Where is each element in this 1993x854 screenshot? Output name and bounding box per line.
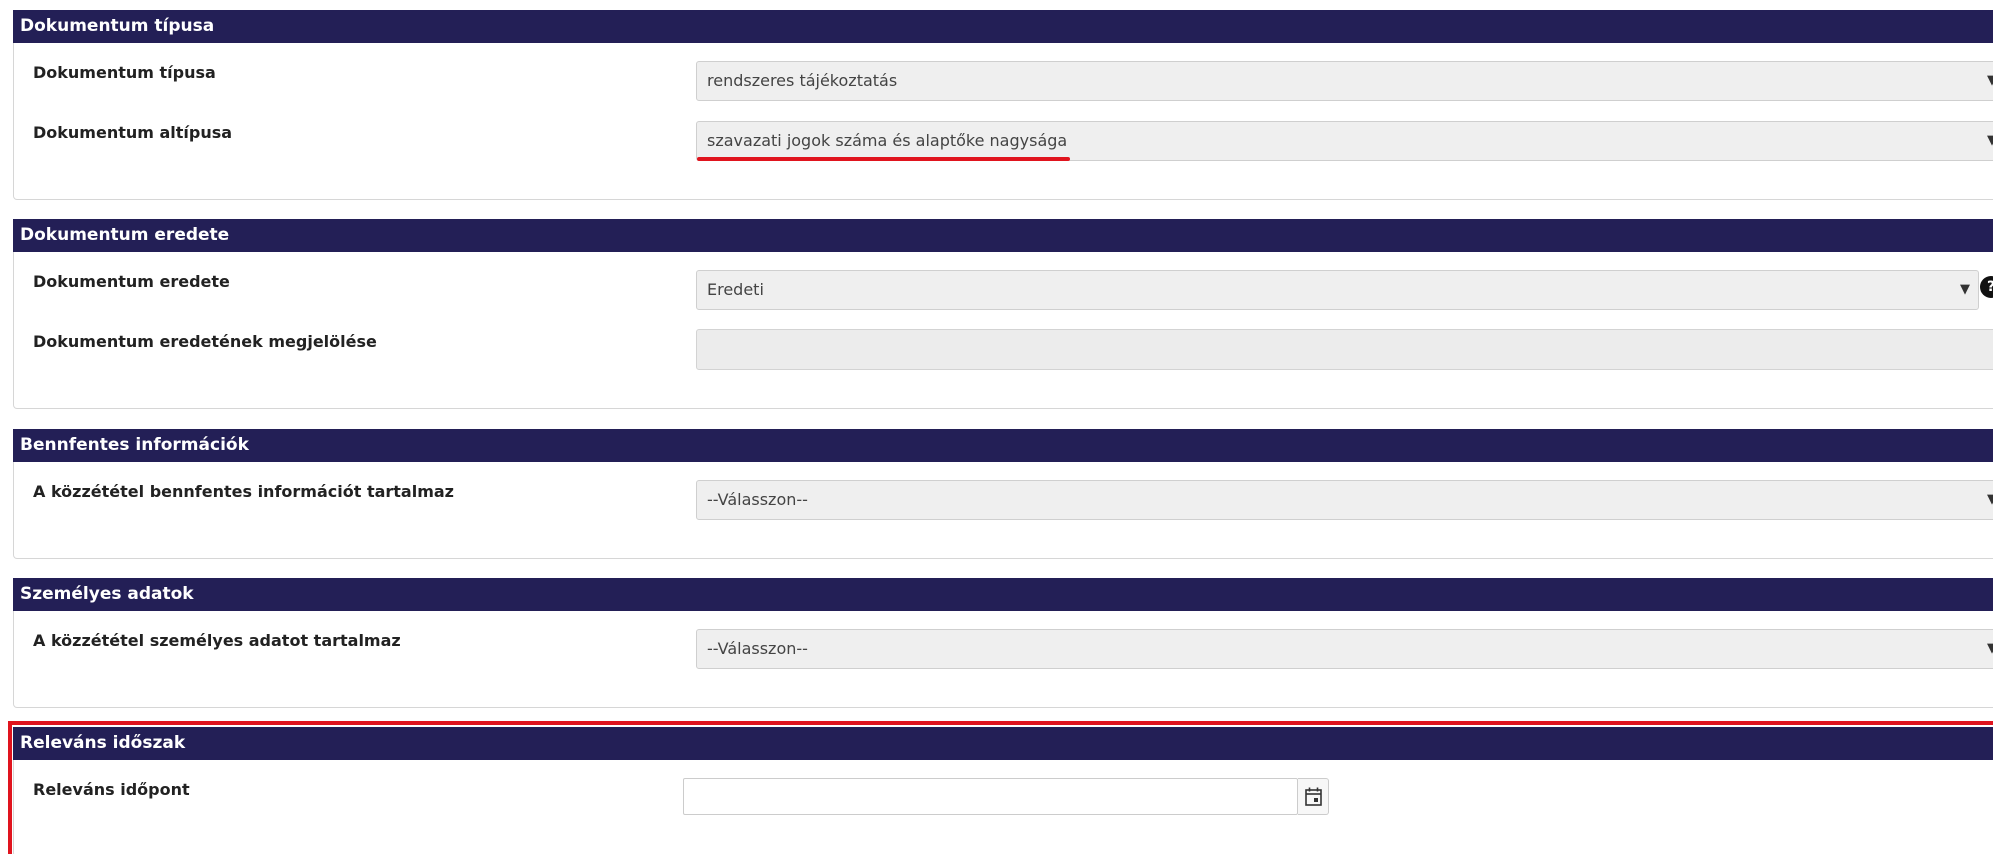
document-origin-designation-input[interactable] <box>696 329 1993 370</box>
section-personal-data: Személyes adatok A közzététel személyes … <box>13 578 1993 708</box>
personal-data-select[interactable]: --Válasszon-- ▼ <box>696 629 1993 669</box>
field-label: Dokumentum eredete <box>33 272 230 291</box>
section-header: Releváns időszak <box>13 727 1993 760</box>
document-subtype-select[interactable]: szavazati jogok száma és alaptőke nagysá… <box>696 121 1993 161</box>
field-label: Releváns időpont <box>33 780 190 799</box>
section-header: Személyes adatok <box>13 578 1993 611</box>
section-document-type: Dokumentum típusa Dokumentum típusa rend… <box>13 10 1993 200</box>
annotation-underline <box>697 157 1070 161</box>
calendar-icon <box>1305 787 1322 806</box>
relevant-date-input[interactable] <box>683 778 1298 815</box>
select-value: szavazati jogok száma és alaptőke nagysá… <box>707 131 1068 150</box>
document-type-select[interactable]: rendszeres tájékoztatás ▼ <box>696 61 1993 101</box>
caret-down-icon: ▼ <box>1987 73 1993 88</box>
select-value: --Válasszon-- <box>707 639 808 658</box>
section-document-origin: Dokumentum eredete Dokumentum eredete Er… <box>13 219 1993 409</box>
section-insider-information: Bennfentes információk A közzététel benn… <box>13 429 1993 559</box>
select-value: rendszeres tájékoztatás <box>707 71 898 90</box>
caret-down-icon: ▼ <box>1987 133 1993 148</box>
field-label: Dokumentum típusa <box>33 63 216 82</box>
form-page: Dokumentum típusa Dokumentum típusa rend… <box>0 0 1993 854</box>
section-header: Dokumentum eredete <box>13 219 1993 252</box>
calendar-button[interactable] <box>1298 778 1329 815</box>
select-value: Eredeti <box>707 280 764 299</box>
caret-down-icon: ▼ <box>1960 282 1970 297</box>
insider-information-select[interactable]: --Válasszon-- ▼ <box>696 480 1993 520</box>
field-label: Dokumentum eredetének megjelölése <box>33 332 377 351</box>
section-header: Dokumentum típusa <box>13 10 1993 43</box>
field-label: Dokumentum altípusa <box>33 123 233 142</box>
caret-down-icon: ▼ <box>1987 641 1993 656</box>
field-label: A közzététel személyes adatot tartalmaz <box>33 631 401 650</box>
section-header: Bennfentes információk <box>13 429 1993 462</box>
select-value: --Válasszon-- <box>707 490 808 509</box>
section-relevant-period: Releváns időszak Releváns időpont <box>13 727 1993 854</box>
field-label: A közzététel bennfentes információt tart… <box>33 482 454 501</box>
caret-down-icon: ▼ <box>1987 492 1993 507</box>
document-origin-select[interactable]: Eredeti ▼ <box>696 270 1979 310</box>
